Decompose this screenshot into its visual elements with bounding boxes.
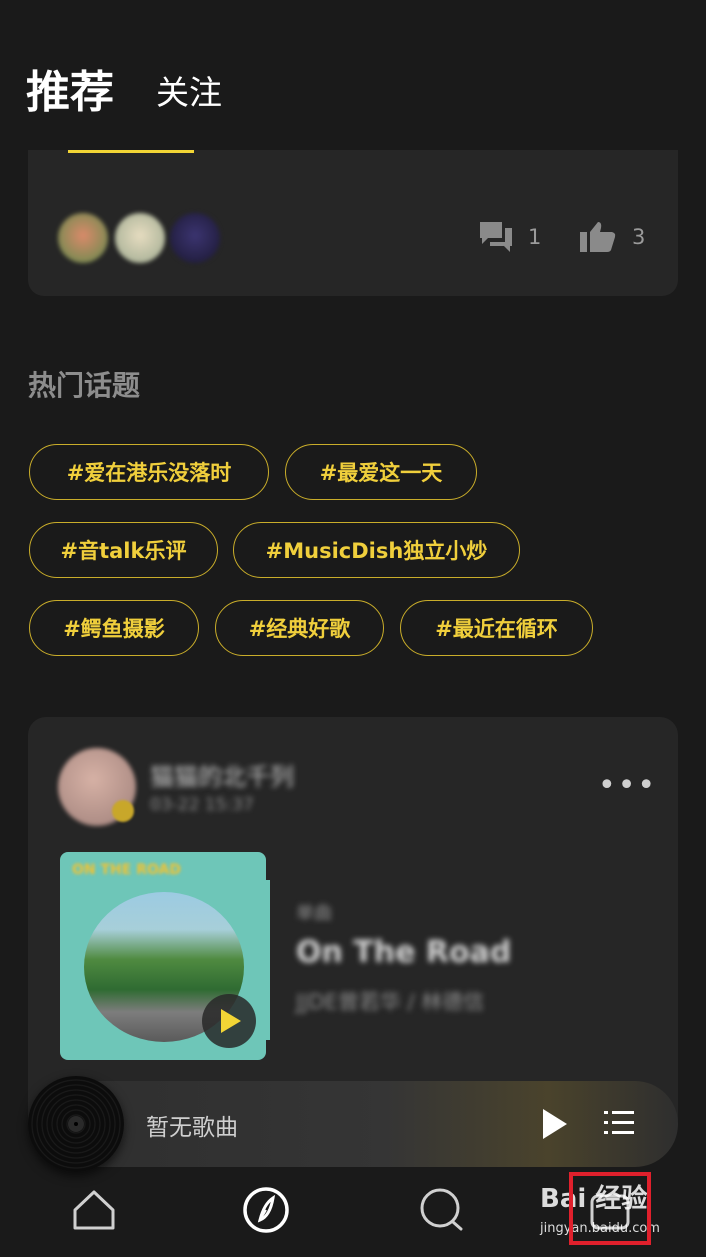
search-icon[interactable] (418, 1186, 466, 1234)
topic-chip[interactable]: #爱在港乐没落时 (29, 444, 269, 500)
discover-icon[interactable] (242, 1186, 290, 1234)
section-title-hot-topics: 热门话题 (28, 369, 141, 402)
song-artist[interactable]: JJDE曾若华 / 林德信 (296, 986, 484, 1016)
comment-count: 1 (528, 225, 542, 249)
topic-chip[interactable]: #音talk乐评 (29, 522, 218, 578)
home-icon[interactable] (70, 1186, 118, 1234)
vinyl-disc-icon[interactable] (28, 1076, 124, 1172)
player-status: 暂无歌曲 (146, 1115, 238, 1141)
mini-player[interactable] (30, 1081, 678, 1167)
highlight-box (569, 1172, 651, 1245)
song-type-label: 单曲 (296, 903, 332, 924)
cover-play-icon[interactable] (202, 994, 256, 1048)
playlist-icon[interactable] (604, 1111, 634, 1135)
song-cover[interactable]: ON THE ROAD (60, 852, 266, 1060)
avatar[interactable] (170, 213, 220, 263)
cover-title: ON THE ROAD (72, 862, 181, 878)
comment-icon[interactable] (478, 220, 514, 254)
topic-chip[interactable]: #最爱这一天 (285, 444, 477, 500)
avatar[interactable] (58, 213, 108, 263)
more-options-icon[interactable]: ••• (598, 768, 657, 803)
tab-follow[interactable]: 关注 (156, 66, 222, 114)
user-badge-icon (112, 800, 134, 822)
play-button[interactable] (543, 1109, 567, 1139)
card-accent-line (68, 150, 194, 153)
tab-recommend[interactable]: 推荐 (26, 56, 114, 120)
thumbs-up-icon[interactable] (578, 220, 618, 254)
song-title[interactable]: On The Road (296, 935, 511, 970)
like-count: 3 (632, 225, 646, 249)
topic-chip[interactable]: #最近在循环 (400, 600, 593, 656)
cover-edge (266, 880, 270, 1040)
post-time: 03-22 15:37 (150, 795, 254, 815)
topic-chip[interactable]: #经典好歌 (215, 600, 384, 656)
topic-chip[interactable]: #MusicDish独立小炒 (233, 522, 520, 578)
avatar[interactable] (115, 213, 165, 263)
post-username[interactable]: 猫猫的北千列 (150, 757, 294, 792)
topic-chip[interactable]: #鳄鱼摄影 (29, 600, 199, 656)
